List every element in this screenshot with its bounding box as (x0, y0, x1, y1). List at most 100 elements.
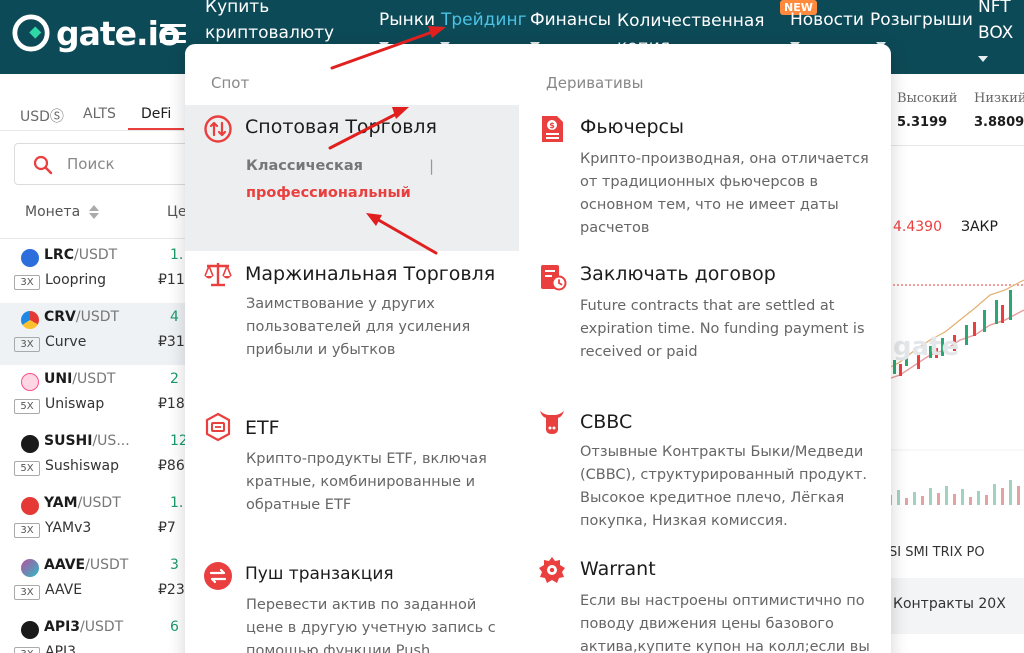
spot-classic-link[interactable]: Классическая (246, 158, 363, 174)
contracts-bar: Контракты 20X (885, 578, 1024, 634)
list-item[interactable]: CRV/USDT 3X Curve 4 ₽31 (0, 303, 185, 365)
leverage-badge: 3X (14, 275, 40, 290)
coin-pair: AAVE/USDT (44, 557, 129, 573)
nav-finance[interactable]: Финансы (530, 8, 611, 32)
leverage-badge: 5X (14, 461, 40, 476)
nav-buy-crypto[interactable]: Купить криптовалюту (205, 0, 355, 46)
gate-logo-icon (12, 14, 50, 52)
leverage-badge: 3X (14, 523, 40, 538)
futures-document-icon: $ (542, 116, 563, 142)
coin-local-price: ₽11 (158, 272, 185, 288)
svg-text:gate: gate (893, 332, 959, 362)
coin-price: 4 (170, 309, 179, 325)
coin-price: 1. (170, 495, 184, 511)
nav-markets[interactable]: Рынки (379, 8, 435, 32)
header-divider (0, 238, 185, 239)
push-transaction-title[interactable]: Пуш транзакция (245, 564, 394, 584)
warrant-title[interactable]: Warrant (580, 558, 656, 580)
tabs-divider (0, 130, 185, 131)
col-header-coin[interactable]: Монета (25, 204, 99, 220)
list-item[interactable]: LRC/USDT 3X Loopring 1. ₽11 (0, 241, 185, 303)
futures-title[interactable]: Фьючерсы (580, 116, 684, 138)
contract-clock-icon (541, 265, 567, 291)
coin-local-price: ₽86 (158, 458, 185, 474)
coin-name: Curve (45, 334, 87, 350)
nav-trading[interactable]: Трейдинг (441, 8, 527, 32)
coin-name: AAVE (45, 582, 83, 598)
coin-local-price: ₽31 (158, 334, 185, 350)
coin-icon (21, 497, 39, 515)
futures-desc: Крипто-производная, она отличается от тр… (580, 151, 869, 236)
nav-nft-box[interactable]: NFT BOX (978, 0, 1024, 46)
spot-pro-link[interactable]: профессиональный (246, 185, 411, 201)
coin-icon (21, 249, 39, 267)
search-icon (33, 155, 53, 175)
coin-local-price: ₽7 (158, 520, 176, 536)
etf-title[interactable]: ETF (245, 417, 280, 439)
spot-separator: | (429, 157, 435, 175)
col-header-price[interactable]: Це (167, 204, 186, 220)
tab-usds[interactable]: USDⓈ (20, 106, 64, 126)
coin-price: 6 (170, 619, 179, 635)
contracts-label[interactable]: Контракты 20X (893, 596, 1006, 612)
push-transaction-desc: Перевести актив по заданной цене в другу… (246, 597, 496, 653)
chevron-down-icon (978, 56, 988, 62)
bull-icon (540, 411, 564, 434)
list-item[interactable]: SUSHI/US... 5X Sushiswap 12 ₽86 (0, 427, 188, 489)
price-chart[interactable]: gate (885, 150, 1024, 570)
margin-trading-desc: Заимствование у других пользователей для… (246, 296, 471, 358)
coin-name: YAMv3 (45, 520, 92, 536)
sort-icon (88, 205, 99, 219)
coin-icon (21, 373, 39, 391)
menu-icon[interactable] (160, 24, 186, 44)
cbbc-desc: Отзывные Контракты Быки/Медведи (CBBC), … (580, 444, 867, 529)
cbbc-title[interactable]: CBBC (580, 411, 632, 433)
exchange-arrows-icon (204, 115, 232, 143)
etf-desc: Крипто-продукты ETF, включая кратные, ко… (246, 451, 487, 513)
coin-pair: CRV/USDT (44, 309, 120, 325)
contract-desc: Future contracts that are settled at exp… (580, 298, 865, 360)
high-label: Высокий (897, 91, 958, 106)
trading-dropdown-menu: Спот Деривативы Спотовая Торговля Класси… (185, 44, 891, 653)
nav-news[interactable]: Новости (790, 8, 864, 32)
coin-name: Loopring (45, 272, 106, 288)
coin-icon (21, 559, 39, 577)
coin-icon (21, 311, 39, 329)
leverage-badge: 5X (14, 399, 40, 414)
high-value: 5.3199 (897, 115, 948, 130)
coin-pair: LRC/USDT (44, 247, 118, 263)
list-item[interactable]: UNI/USDT 5X Uniswap 2 ₽184 (0, 365, 194, 427)
low-label: Низкий (974, 91, 1024, 106)
derivatives-section-label: Деривативы (546, 74, 644, 92)
tab-defi[interactable]: DeFi (141, 106, 171, 122)
chart-indicators[interactable]: SI SMI TRIX PO (889, 545, 985, 560)
svg-text:$: $ (549, 121, 555, 130)
margin-trading-title[interactable]: Маржинальная Торговля (245, 263, 495, 285)
leverage-badge: 3X (14, 585, 40, 600)
warrant-badge-icon (539, 557, 565, 583)
etf-icon (205, 412, 231, 442)
low-value: 3.8809 (974, 115, 1024, 130)
spot-trading-title[interactable]: Спотовая Торговля (245, 116, 437, 138)
tab-alts[interactable]: ALTS (83, 106, 116, 122)
list-item[interactable]: AAVE/USDT 3X AAVE 3 ₽2306 (0, 551, 203, 613)
search-input[interactable]: Поиск (14, 143, 204, 185)
col-coin-label: Монета (25, 204, 81, 220)
brand-logo[interactable]: gate.io (12, 14, 181, 52)
scales-icon (204, 263, 232, 287)
warrant-desc: Если вы настроены оптимистично по поводу… (580, 593, 870, 653)
coin-name: API3 (45, 644, 77, 653)
coin-price: 2 (170, 371, 179, 387)
contract-title[interactable]: Заключать договор (580, 263, 776, 285)
nav-raffles[interactable]: Розыгрыши (870, 8, 973, 32)
coin-icon (21, 621, 39, 639)
push-transfer-icon (204, 562, 232, 590)
coin-pair: API3/USDT (44, 619, 124, 635)
search-placeholder: Поиск (67, 155, 115, 173)
list-item[interactable]: API3/USDT 3X API3 6 (0, 613, 185, 653)
leverage-badge: 3X (14, 647, 40, 653)
list-item[interactable]: YAM/USDT 3X YAMv3 1. ₽7 (0, 489, 185, 551)
coin-pair: SUSHI/US... (44, 433, 130, 449)
chart-divider (885, 145, 1024, 146)
coin-icon (21, 435, 39, 453)
